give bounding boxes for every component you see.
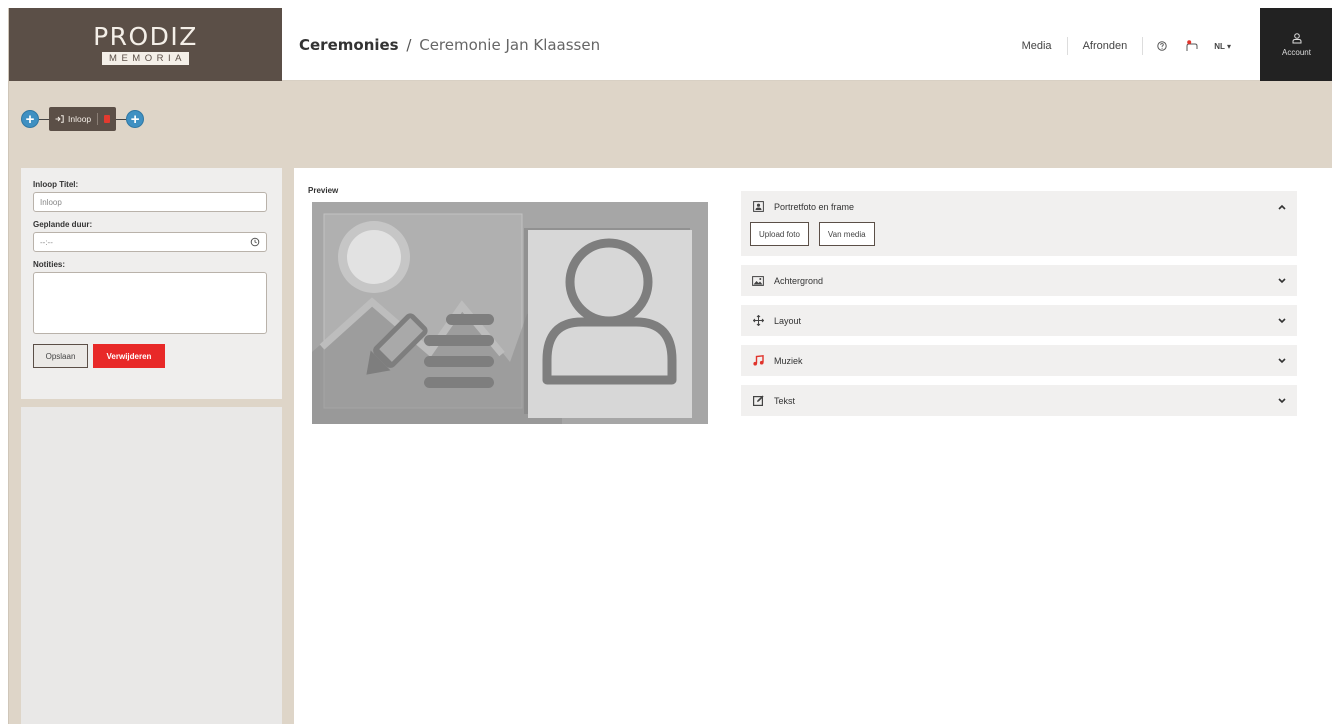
chevron-down-icon[interactable] [1277, 357, 1287, 364]
logo[interactable]: PRODIZ MEMORIA [9, 8, 282, 81]
chevron-down-icon[interactable] [1277, 317, 1287, 324]
portrait-frame-icon [751, 201, 765, 212]
accordion-text: Tekst [741, 385, 1297, 416]
chevron-up-icon[interactable] [1277, 204, 1287, 210]
breadcrumb-ceremonies[interactable]: Ceremonies [299, 36, 399, 54]
title-input[interactable]: Inloop [33, 192, 267, 212]
chevron-down-icon[interactable] [1277, 277, 1287, 284]
move-icon [751, 315, 765, 326]
clock-icon[interactable] [250, 237, 260, 247]
top-header: PRODIZ MEMORIA Ceremonies / Ceremonie Ja… [9, 8, 1332, 81]
accordion-layout: Layout [741, 305, 1297, 336]
accordion-header-portrait[interactable]: Portretfoto en frame [741, 191, 1297, 222]
nav-media-link[interactable]: Media [1007, 40, 1067, 52]
save-button[interactable]: Opslaan [33, 344, 88, 368]
form-actions: Opslaan Verwijderen [33, 344, 270, 368]
header-nav: Media Afronden NL ▾ [1007, 35, 1231, 57]
accordion-header-layout[interactable]: Layout [741, 305, 1297, 336]
breadcrumb-current: Ceremonie Jan Klaassen [419, 36, 601, 54]
upload-photo-button[interactable]: Upload foto [750, 222, 809, 246]
edit-text-icon [751, 395, 765, 406]
logo-main-text: PRODIZ [93, 22, 198, 51]
notes-textarea[interactable] [33, 272, 267, 334]
timeline-item-inloop[interactable]: Inloop [49, 107, 117, 131]
main-content: Preview Portretfoto en frame Upload foto… [294, 168, 1332, 724]
title-label: Inloop Titel: [33, 180, 79, 189]
duration-label: Geplande duur: [33, 220, 93, 229]
app-shell: PRODIZ MEMORIA Ceremonies / Ceremonie Ja… [8, 8, 1332, 724]
delete-button[interactable]: Verwijderen [93, 344, 165, 368]
timeline-item-divider [97, 113, 99, 125]
account-button[interactable]: Account [1260, 8, 1332, 81]
language-select[interactable]: NL ▾ [1214, 42, 1231, 51]
accordion-label: Achtergrond [774, 275, 824, 286]
accordion-label: Muziek [774, 355, 803, 366]
nav-finish-link[interactable]: Afronden [1068, 40, 1143, 52]
timeline-connector [116, 118, 127, 120]
accordion-header-music[interactable]: Muziek [741, 345, 1297, 376]
logo-sub-text: MEMORIA [102, 52, 189, 65]
add-after-button[interactable]: + [126, 110, 145, 128]
accordion-music: Muziek [741, 345, 1297, 376]
accordion-label: Tekst [774, 395, 796, 406]
duration-input-value: --:-- [40, 237, 53, 247]
music-icon [751, 355, 765, 366]
language-value: NL [1214, 41, 1225, 51]
from-media-button[interactable]: Van media [818, 222, 875, 246]
image-icon [751, 275, 765, 286]
accordion-label: Layout [774, 315, 802, 326]
enter-icon [55, 115, 64, 123]
user-icon [1292, 32, 1301, 43]
timeline-item-label: Inloop [68, 114, 92, 124]
duration-input[interactable]: --:-- [33, 232, 267, 252]
help-icon[interactable] [1157, 41, 1167, 51]
breadcrumb: Ceremonies / Ceremonie Jan Klaassen [299, 36, 600, 54]
nav-divider [1142, 37, 1144, 55]
accordion-header-background[interactable]: Achtergrond [741, 265, 1297, 296]
account-label: Account [1282, 47, 1311, 57]
trash-icon[interactable] [104, 115, 111, 123]
ceremony-timeline: + Inloop + [21, 106, 145, 132]
accordion-label: Portretfoto en frame [774, 201, 855, 212]
settings-accordion: Portretfoto en frame Upload foto Van med… [741, 191, 1297, 425]
preview-title: Preview [308, 186, 339, 195]
notes-label: Notities: [33, 260, 65, 269]
preview-image [312, 202, 708, 424]
title-input-value: Inloop [40, 197, 62, 207]
chevron-down-icon[interactable] [1277, 397, 1287, 404]
add-before-button[interactable]: + [21, 110, 39, 128]
accordion-portrait: Portretfoto en frame Upload foto Van med… [741, 191, 1297, 256]
accordion-background: Achtergrond [741, 265, 1297, 296]
accordion-body-portrait: Upload foto Van media [741, 222, 1297, 256]
left-panel-empty [21, 407, 282, 724]
timeline-connector [39, 118, 49, 120]
breadcrumb-separator: / [406, 36, 412, 54]
notification-hand-icon[interactable] [1185, 39, 1199, 53]
item-edit-panel: Inloop Titel: Inloop Geplande duur: --:-… [21, 168, 282, 399]
accordion-header-text[interactable]: Tekst [741, 385, 1297, 416]
